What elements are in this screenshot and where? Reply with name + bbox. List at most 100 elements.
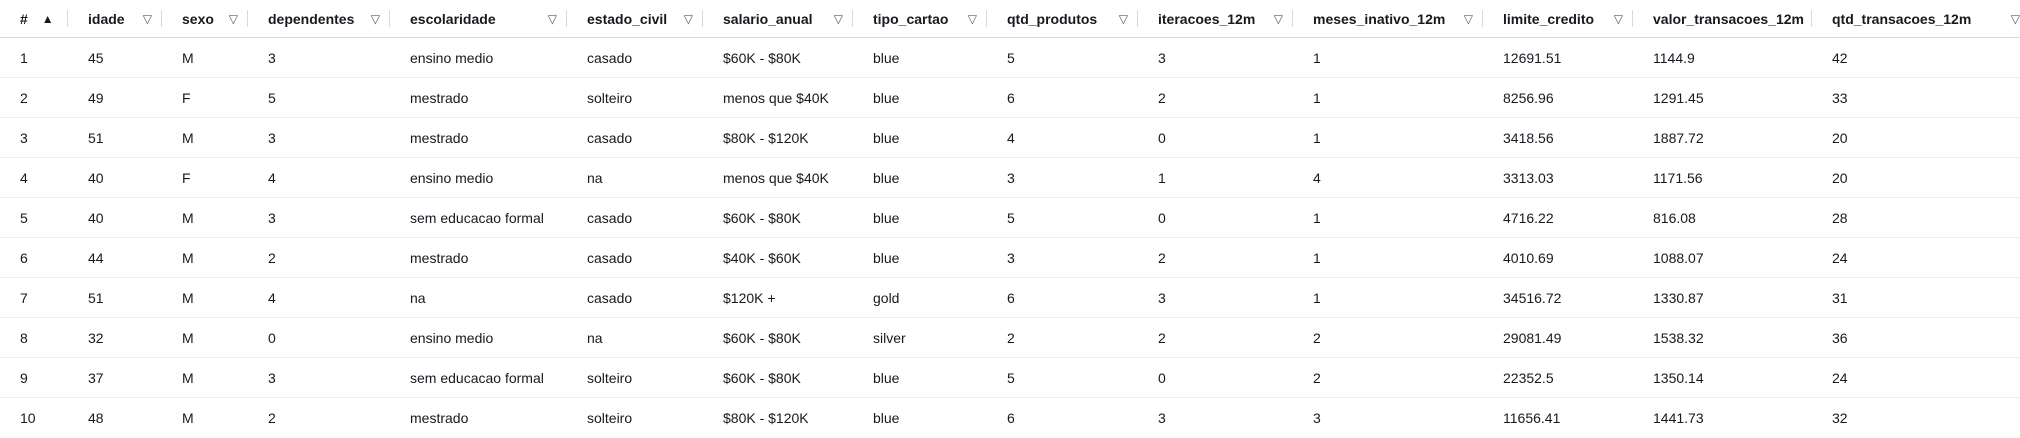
cell-limite-credito: 4716.22 [1483,197,1633,238]
cell-iteracoes-12m: 0 [1138,117,1293,158]
cell-dependentes: 4 [248,277,390,318]
cell-idade: 40 [68,157,162,198]
table-row[interactable]: 1 45 M 3 ensino medio casado $60K - $80K blue 5 3… [0,37,2020,78]
sort-icon[interactable]: ▽ [143,12,152,26]
cell-qtd-produtos: 6 [1007,409,1015,426]
cell-escolaridade: sem educacao formal [390,357,567,398]
cell-sexo: M [182,409,194,426]
cell-salario-anual: menos que $40K [703,77,853,118]
cell-estado-civil: solteiro [567,357,703,398]
table-row[interactable]: 6 44 M 2 mestrado casado $40K - $60K blue 3 2 1 401… [0,237,2020,278]
cell-escolaridade: mestrado [390,77,567,118]
table-row[interactable]: 9 37 M 3 sem educacao formal solteiro $60K - $… [0,357,2020,398]
table-row[interactable]: 3 51 M 3 mestrado casado $80K - $120K blue 4 0 1 34… [0,117,2020,158]
cell-idx: 1 [0,37,68,78]
column-header-label: valor_transacoes_12m [1653,10,1804,27]
table-row[interactable]: 8 32 M 0 ensino medio na $60K - $80K silver 2 2 2 2… [0,317,2020,358]
sort-icon[interactable]: ▽ [2011,12,2020,26]
sort-icon[interactable]: ▽ [548,12,557,26]
cell-meses-inativo-12m: 1 [1293,277,1483,318]
sort-icon[interactable]: ▽ [229,12,238,26]
cell-estado-civil: casado [567,237,703,278]
table-row[interactable]: 7 51 M 4 na casado $120K + gold 6 3 1 34516.72 1330.… [0,277,2020,318]
column-header-label: salario_anual [723,10,813,27]
cell-qtd-transacoes-12m: 33 [1812,77,2020,118]
cell-salario-anual: menos que $40K [703,157,853,198]
cell-qtd-transacoes-12m: 31 [1812,277,2020,318]
cell-salario-anual: $80K - $120K [703,117,853,158]
cell-valor-transacoes-12m: 1088.07 [1633,237,1812,278]
cell-tipo-cartao: gold [853,277,987,318]
column-header-iteracoes-12m[interactable]: iteracoes_12m ▽ [1138,0,1293,38]
column-header-salario-anual[interactable]: salario_anual ▽ [703,0,853,38]
cell-escolaridade: mestrado [390,117,567,158]
column-header-tipo-cartao[interactable]: tipo_cartao ▽ [853,0,987,38]
cell-qtd-transacoes-12m: 28 [1812,197,2020,238]
cell-salario-anual: $60K - $80K [703,357,853,398]
cell-limite-credito: 4010.69 [1483,237,1633,278]
cell-idx: 2 [0,77,68,118]
column-header-content: iteracoes_12m ▽ [1158,11,1283,27]
sort-icon[interactable]: ▽ [1464,12,1473,26]
column-header-idade[interactable]: idade ▽ [68,0,162,38]
column-header-sexo[interactable]: sexo ▽ [162,0,248,38]
sort-icon[interactable]: ▽ [1614,12,1623,26]
column-header-escolaridade[interactable]: escolaridade ▽ [390,0,567,38]
cell-dependentes: 3 [248,37,390,78]
cell-sexo: F [162,77,248,118]
cell-meses-inativo-12m: 4 [1293,157,1483,198]
column-header-idx[interactable]: # ▲ [0,0,68,38]
cell-valor-transacoes-12m: 1350.14 [1633,357,1812,398]
cell-escolaridade: sem educacao formal [390,197,567,238]
column-header-qtd-transacoes-12m[interactable]: qtd_transacoes_12m ▽ [1812,0,2020,38]
header-row: # ▲ idade ▽ sexo ▽ dependentes ▽ escolaridade ▽ es… [0,0,2020,38]
cell-qtd-produtos: 6 [987,277,1138,318]
table-row[interactable]: 4 40 F 4 ensino medio na menos que $40K blue 3 1 4… [0,157,2020,198]
column-header-estado-civil[interactable]: estado_civil ▽ [567,0,703,38]
sort-ascending-icon[interactable]: ▲ [42,12,54,26]
column-header-label: sexo [182,10,214,27]
sort-icon[interactable]: ▽ [1274,12,1283,26]
column-header-limite-credito[interactable]: limite_credito ▽ [1483,0,1633,38]
column-header-label: estado_civil [587,10,668,27]
sort-icon[interactable]: ▽ [684,12,693,26]
cell-idx: 9 [0,357,68,398]
sort-icon[interactable]: ▽ [834,12,843,26]
cell-idx: 4 [0,157,68,198]
cell-idade: 49 [68,77,162,118]
column-header-dependentes[interactable]: dependentes ▽ [248,0,390,38]
cell-escolaridade: ensino medio [390,157,567,198]
cell-iteracoes-12m: 3 [1138,277,1293,318]
cell-estado-civil: solteiro [587,409,633,426]
sort-icon[interactable]: ▽ [1119,12,1128,26]
column-header-content: # ▲ [20,11,58,27]
cell-idx: 7 [0,277,68,318]
column-header-meses-inativo-12m[interactable]: meses_inativo_12m ▽ [1293,0,1483,38]
table-row[interactable]: 2 49 F 5 mestrado solteiro menos que $40K blue 6… [0,77,2020,118]
cell-qtd-transacoes-12m: 24 [1812,237,2020,278]
sort-icon[interactable]: ▽ [371,12,380,26]
table-row[interactable]: 5 40 M 3 sem educacao formal casado $60K - $80… [0,197,2020,238]
cell-limite-credito: 3313.03 [1483,157,1633,198]
cell-idade: 51 [68,117,162,158]
cell-qtd-transacoes-12m: 20 [1812,157,2020,198]
table-row[interactable]: 10 48 M 2 mestrado solteiro $80K - $120K blue 6 3… [0,398,2020,438]
column-header-valor-transacoes-12m[interactable]: valor_transacoes_12m▽ [1633,0,1821,38]
cell-limite-credito: 29081.49 [1483,317,1633,358]
results-table-container: # ▲ idade ▽ sexo ▽ dependentes ▽ escolaridade ▽ es… [0,0,2020,437]
cell-valor-transacoes-12m: 1441.73 [1653,409,1704,426]
cell-dependentes: 2 [268,409,276,426]
cell-iteracoes-12m: 3 [1158,409,1166,426]
column-header-label: iteracoes_12m [1158,10,1256,27]
column-header-qtd-produtos[interactable]: qtd_produtos ▽ [987,0,1138,38]
cell-sexo: M [162,237,248,278]
sort-icon[interactable]: ▽ [968,12,977,26]
cell-tipo-cartao: blue [853,77,987,118]
cell-tipo-cartao: blue [853,157,987,198]
cell-qtd-produtos: 6 [987,77,1138,118]
column-header-content: tipo_cartao ▽ [873,11,977,27]
cell-dependentes: 3 [248,357,390,398]
cell-dependentes: 5 [248,77,390,118]
cell-limite-credito: 11656.41 [1503,409,1561,426]
cell-idade: 48 [88,409,104,426]
